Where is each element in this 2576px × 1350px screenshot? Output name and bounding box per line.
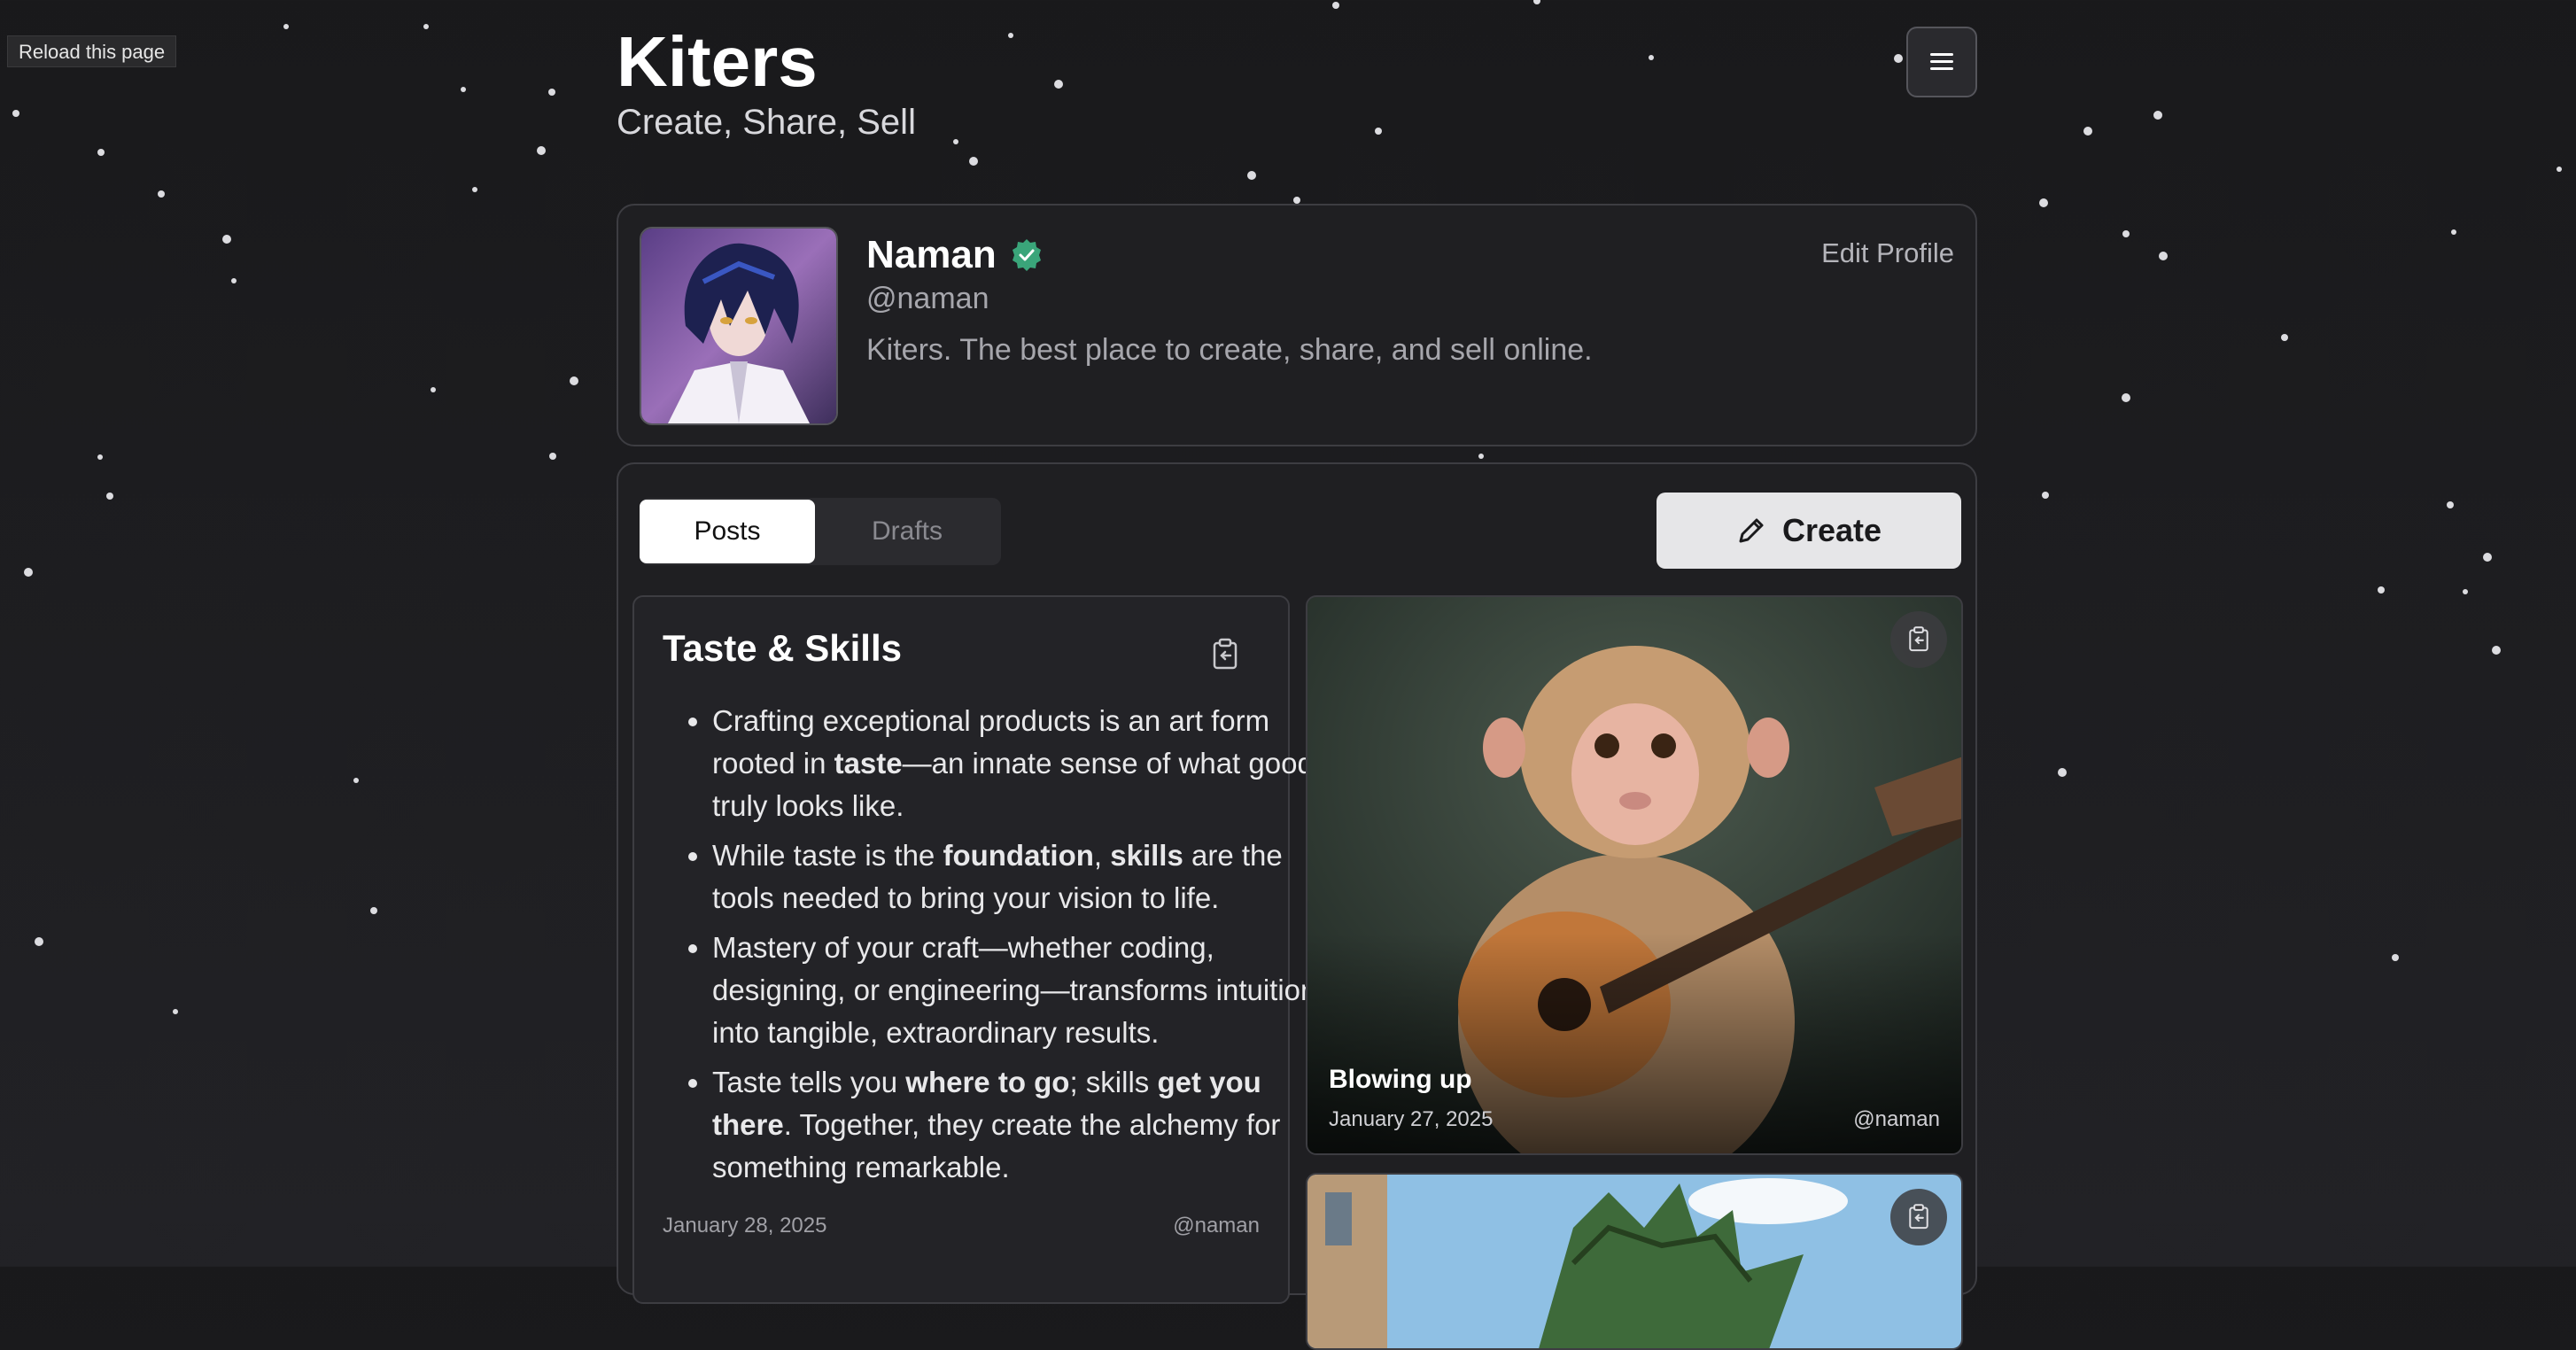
verified-badge-icon: [1012, 239, 1041, 271]
post-bullet-list: Crafting exceptional products is an art …: [663, 700, 1323, 1196]
create-button[interactable]: Create: [1657, 493, 1961, 569]
brand-title: Kiters: [617, 22, 818, 101]
profile-name-row: Naman: [866, 230, 1044, 280]
post-author[interactable]: @naman: [1173, 1214, 1260, 1238]
profile-bio: Kiters. The best place to create, share,…: [866, 333, 1593, 367]
tab-posts[interactable]: Posts: [640, 500, 815, 563]
anime-character-image: [1307, 1175, 1961, 1348]
post-card-image[interactable]: Blowing up January 27, 2025 @naman: [1306, 595, 1963, 1155]
post-bullet-item: While taste is the foundation, skills ar…: [712, 834, 1323, 919]
posts-panel: Posts Drafts Create Taste & Skills Craft…: [617, 462, 1977, 1350]
profile-handle: @naman: [866, 282, 989, 315]
post-title: Blowing up: [1329, 1065, 1472, 1094]
menu-button[interactable]: [1906, 27, 1977, 97]
create-button-label: Create: [1781, 512, 1882, 548]
clipboard-button[interactable]: [1890, 611, 1947, 668]
post-bullet-item: Taste tells you where to go; skills get …: [712, 1061, 1323, 1189]
pencil-icon: [1739, 518, 1764, 543]
post-date: January 27, 2025: [1329, 1107, 1494, 1131]
clipboard-icon[interactable]: [1207, 636, 1244, 673]
clipboard-icon: [1909, 626, 1928, 652]
reload-page-button[interactable]: Reload this page: [7, 35, 177, 67]
profile-name: Naman: [866, 233, 997, 276]
brand-tagline: Create, Share, Sell: [617, 103, 916, 142]
post-card-text[interactable]: Taste & Skills Crafting exceptional prod…: [632, 595, 1316, 1304]
tab-bar: Posts Drafts: [640, 498, 1001, 565]
hamburger-icon: [1930, 53, 1953, 71]
clipboard-button[interactable]: [1890, 1189, 1947, 1245]
post-date: January 28, 2025: [663, 1214, 827, 1238]
tab-drafts[interactable]: Drafts: [815, 500, 999, 563]
avatar-illustration: [641, 229, 836, 423]
profile-card: Naman @naman Kiters. The best place to c…: [617, 204, 1977, 446]
avatar[interactable]: [640, 227, 838, 425]
edit-profile-link[interactable]: Edit Profile: [1821, 237, 1954, 269]
post-bullet-item: Mastery of your craft—whether coding, de…: [712, 927, 1323, 1054]
post-author[interactable]: @naman: [1853, 1107, 1940, 1132]
clipboard-icon: [1909, 1204, 1928, 1230]
site-header: Kiters Create, Share, Sell: [617, 21, 916, 144]
post-title: Taste & Skills: [663, 627, 903, 669]
post-card-image[interactable]: [1306, 1173, 1963, 1350]
post-bullet-item: Crafting exceptional products is an art …: [712, 700, 1323, 827]
